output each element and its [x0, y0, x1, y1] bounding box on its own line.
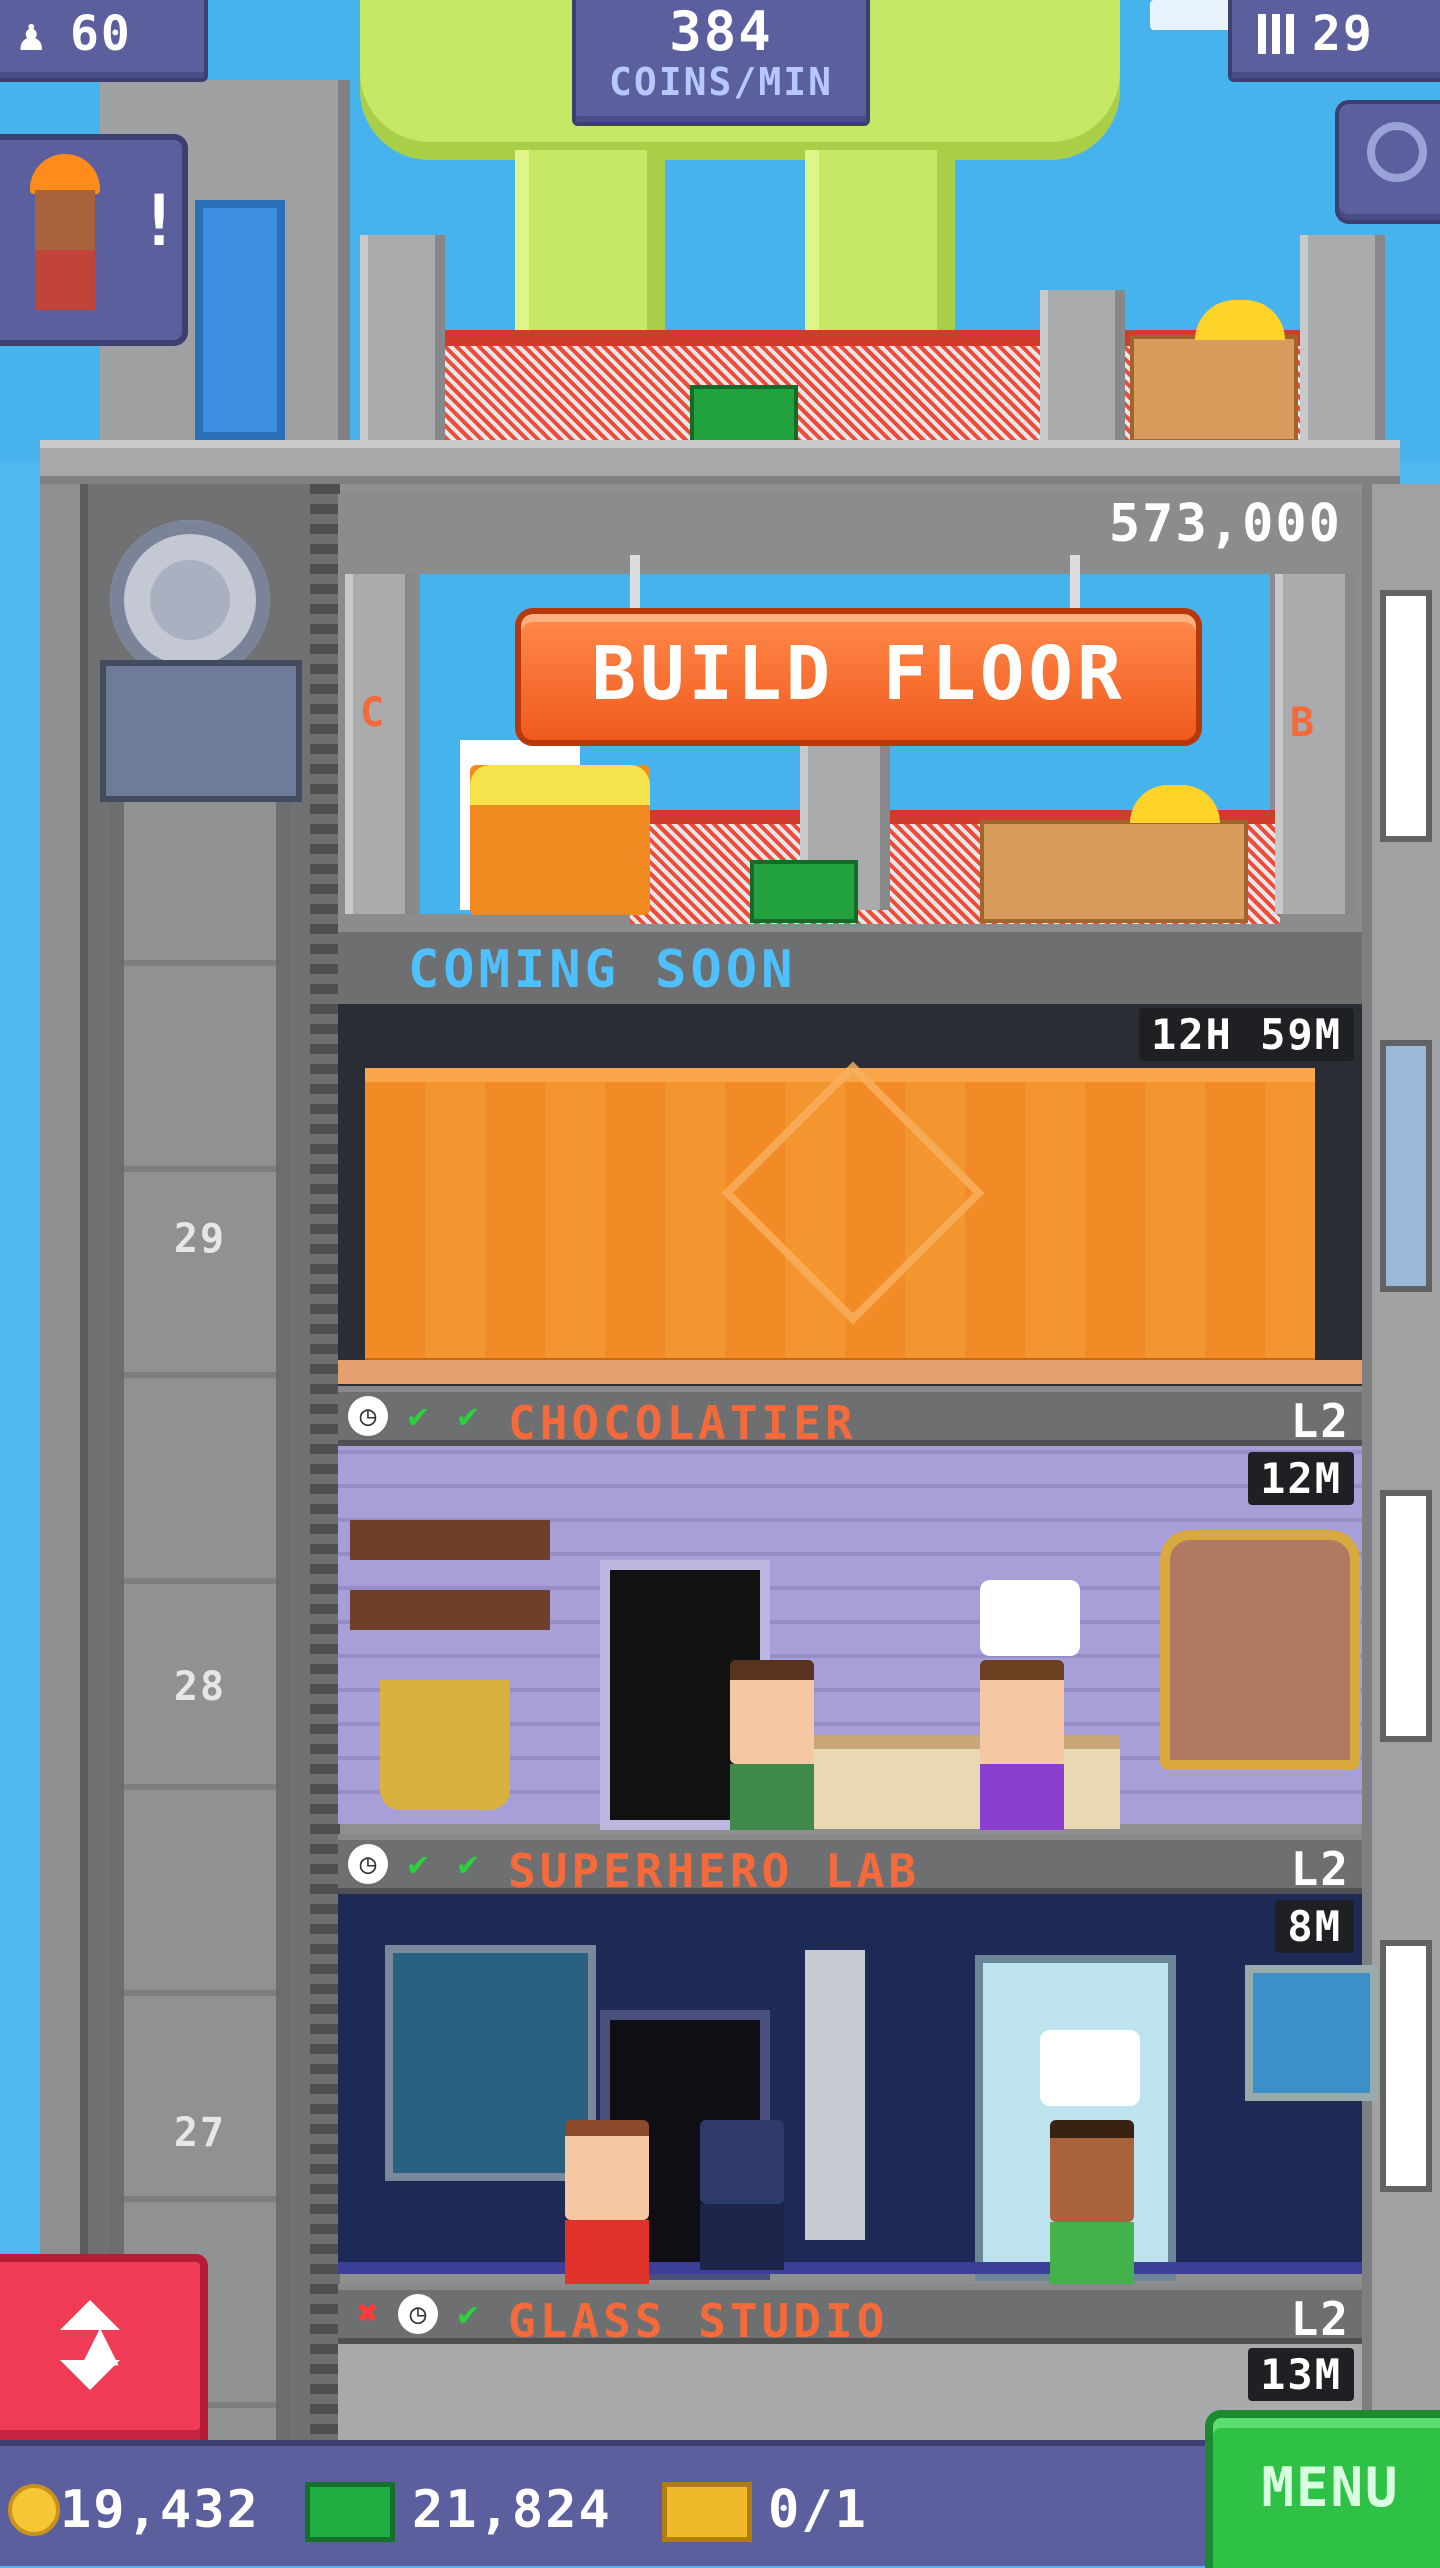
- clock-icon: ◷: [348, 1396, 388, 1436]
- resident-worker[interactable]: [730, 1660, 814, 1830]
- elevator-car[interactable]: [100, 660, 302, 802]
- shaft-floor-number: 28: [173, 1664, 227, 1710]
- supply-crate: [980, 820, 1248, 923]
- floor-header-glass-studio[interactable]: ✖ ◷ ✔ GLASS STUDIO L2: [338, 2284, 1362, 2348]
- arrow-up-icon: [60, 2300, 120, 2330]
- tower-window: [1380, 1490, 1432, 1742]
- resident-worker[interactable]: [700, 2120, 784, 2270]
- toolbox: [690, 385, 798, 448]
- search-icon: [1367, 122, 1427, 182]
- check-icon: ✔: [457, 1396, 479, 1436]
- floor-level: L2: [1290, 2292, 1350, 2346]
- coins-per-min-value: 384: [669, 0, 773, 63]
- elevator-button[interactable]: ▲: [0, 2254, 208, 2450]
- roof-door: [195, 200, 285, 440]
- clock-icon: ◷: [348, 1844, 388, 1884]
- roof-crate: [1130, 335, 1298, 443]
- shaft-floor-number: 27: [173, 2110, 227, 2156]
- check-icon: ✔: [407, 1396, 429, 1436]
- check-icon: ✔: [407, 1844, 429, 1884]
- resident-icon: ♟: [18, 10, 45, 61]
- build-floor-pillar: [345, 574, 415, 914]
- worker-alert-icon: !: [138, 180, 183, 262]
- floor-counter[interactable]: 29: [1228, 0, 1440, 82]
- chocolate-shelf: [350, 1590, 550, 1630]
- speech-bubble: [1040, 2030, 1140, 2106]
- floor-name: GLASS STUDIO: [508, 2294, 889, 2348]
- ticket-icon: [662, 2482, 752, 2542]
- roof-slab: [40, 440, 1400, 484]
- coin-icon: [8, 2484, 60, 2536]
- bux-value[interactable]: 21,824: [412, 2480, 612, 2540]
- speech-bubble: [980, 1580, 1080, 1656]
- coming-soon-label: COMING SOON: [408, 940, 797, 1000]
- tickets-value[interactable]: 0/1: [768, 2480, 868, 2540]
- resident-worker[interactable]: [1050, 2120, 1134, 2288]
- worker-body: [35, 250, 95, 310]
- chocolate-shelf: [350, 1520, 550, 1560]
- toolbox: [750, 860, 858, 923]
- hard-hat: [30, 154, 100, 194]
- construction-timer: 12H 59M: [1138, 1008, 1354, 1061]
- chocolate-pot: [380, 1680, 510, 1810]
- sign-wire: [1070, 555, 1080, 610]
- cross-icon: ✖: [357, 2293, 379, 2334]
- check-icon: ✔: [457, 1844, 479, 1884]
- elevator-rail: [310, 484, 340, 2454]
- floor-level: L2: [1290, 1394, 1350, 1448]
- clock-icon: ◷: [398, 2294, 438, 2334]
- resident-worker[interactable]: [565, 2120, 649, 2286]
- roof-pillar: [1300, 235, 1385, 440]
- chocolate-counter: [800, 1735, 1120, 1829]
- bux-icon: [305, 2482, 395, 2542]
- build-left-marker: C: [360, 690, 387, 736]
- tower-window: [1380, 590, 1432, 842]
- build-floor-price: 573,000: [1108, 494, 1342, 554]
- floor-time: 13M: [1248, 2348, 1354, 2401]
- floor-time: 12M: [1248, 1452, 1354, 1505]
- check-icon: ✔: [457, 2294, 479, 2334]
- floor-time: 8M: [1275, 1900, 1354, 1953]
- coins-value[interactable]: 19,432: [60, 2480, 260, 2540]
- worker-alert-button[interactable]: !: [0, 134, 188, 346]
- arrow-down-icon: [60, 2360, 120, 2390]
- roof-pillar: [1040, 290, 1125, 440]
- residents-counter[interactable]: ♟ 60: [0, 0, 208, 82]
- floor-name: CHOCOLATIER: [508, 1396, 857, 1450]
- menu-button[interactable]: MENU: [1205, 2410, 1440, 2568]
- resident-worker[interactable]: [980, 1660, 1064, 1830]
- builder-hats: [470, 765, 650, 805]
- build-floor-button[interactable]: BUILD FLOOR: [515, 608, 1202, 746]
- floor-header-superhero-lab[interactable]: ◷ ✔ ✔ SUPERHERO LAB L2: [338, 1834, 1362, 1898]
- construction-floor-base: [338, 1360, 1362, 1384]
- chocolate-vat: [1160, 1530, 1360, 1770]
- residents-value: 60: [70, 6, 132, 62]
- dna-tube: [805, 1950, 865, 2240]
- coming-soon-bar: COMING SOON: [338, 932, 1362, 1004]
- superhero-lab-floor: [338, 2262, 1362, 2274]
- world-map-screen: [1245, 1965, 1378, 2101]
- elevator-shaft-inner: [110, 760, 290, 2460]
- build-right-marker: B: [1290, 700, 1317, 746]
- coins-per-min-display[interactable]: 384 COINS/MIN: [572, 0, 870, 126]
- sign-wire: [630, 555, 640, 610]
- shaft-floor-number: 29: [173, 1216, 227, 1262]
- tower-window: [1380, 1040, 1432, 1292]
- floor-header-chocolatier[interactable]: ◷ ✔ ✔ CHOCOLATIER L2: [338, 1386, 1362, 1450]
- tower-window: [1380, 1940, 1432, 2192]
- coins-per-min-label: COINS/MIN: [609, 60, 833, 104]
- roof-pillar: [360, 235, 445, 440]
- floor-level: L2: [1290, 1842, 1350, 1896]
- search-button[interactable]: [1335, 100, 1440, 224]
- floor-count-icon: [1258, 14, 1294, 54]
- floor-count-value: 29: [1312, 6, 1374, 62]
- elevator-pulley: [110, 520, 270, 680]
- floor-name: SUPERHERO LAB: [508, 1844, 921, 1898]
- worker-face: [35, 190, 95, 250]
